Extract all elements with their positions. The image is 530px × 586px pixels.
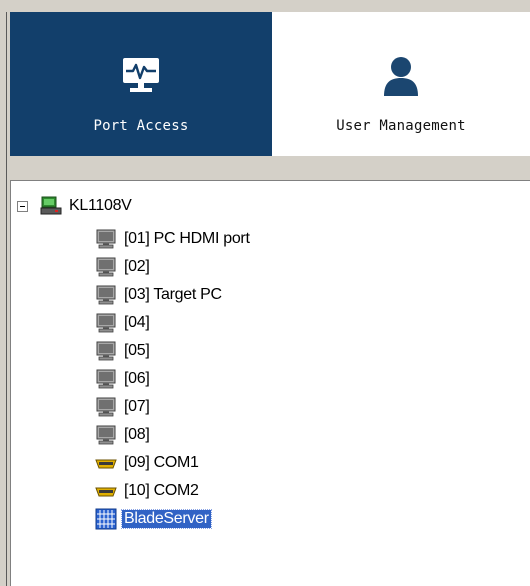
device-tree: KL1108V [01] PC HDMI port [02] [03] Targ… xyxy=(10,180,530,586)
tree-root-node[interactable]: KL1108V xyxy=(17,195,132,217)
tree-root-label: KL1108V xyxy=(69,197,132,214)
tree-item-port-02[interactable]: [02] xyxy=(95,253,250,281)
left-frame-line xyxy=(6,12,7,586)
monitor-pulse-icon xyxy=(121,56,161,100)
tree-item-port-10[interactable]: [10] COM2 xyxy=(95,477,250,505)
tab-port-access[interactable]: Port Access xyxy=(10,12,272,156)
tree-item-label: [01] PC HDMI port xyxy=(124,230,250,247)
tree-item-blade-server[interactable]: BladeServer xyxy=(95,505,250,533)
tab-bar: Port Access User Management xyxy=(10,12,530,156)
tree-item-label: [04] xyxy=(124,314,150,331)
computer-icon xyxy=(96,285,116,305)
tree-item-label: [07] xyxy=(124,398,150,415)
tree-item-port-09[interactable]: [09] COM1 xyxy=(95,449,250,477)
computer-icon xyxy=(96,369,116,389)
tree-item-label: [02] xyxy=(124,258,150,275)
tree-item-port-05[interactable]: [05] xyxy=(95,337,250,365)
computer-icon xyxy=(96,313,116,333)
user-icon xyxy=(381,56,421,100)
window-top-edge xyxy=(0,0,530,12)
tab-user-management-label: User Management xyxy=(336,118,466,134)
serial-port-icon xyxy=(95,459,117,469)
computer-icon xyxy=(96,341,116,361)
computer-icon xyxy=(96,229,116,249)
tree-item-label: [06] xyxy=(124,370,150,387)
tree-item-port-04[interactable]: [04] xyxy=(95,309,250,337)
computer-icon xyxy=(96,425,116,445)
tree-item-label: [09] COM1 xyxy=(124,454,199,471)
tab-port-access-label: Port Access xyxy=(93,118,189,134)
tree-item-port-08[interactable]: [08] xyxy=(95,421,250,449)
tree-item-port-03[interactable]: [03] Target PC xyxy=(95,281,250,309)
left-frame xyxy=(0,0,10,586)
collapse-toggle-icon[interactable] xyxy=(17,200,28,212)
tab-user-management[interactable]: User Management xyxy=(272,12,530,156)
tree-item-port-07[interactable]: [07] xyxy=(95,393,250,421)
tree-item-port-06[interactable]: [06] xyxy=(95,365,250,393)
tree-item-label: [03] Target PC xyxy=(124,286,222,303)
computer-icon xyxy=(96,257,116,277)
tree-item-label: [10] COM2 xyxy=(124,482,199,499)
computer-icon xyxy=(96,397,116,417)
tree-item-label: [05] xyxy=(124,342,150,359)
tree-children: [01] PC HDMI port [02] [03] Target PC [0… xyxy=(95,225,250,533)
panel-gap xyxy=(10,156,530,180)
tree-item-label-selected: BladeServer xyxy=(121,509,212,529)
tree-item-port-01[interactable]: [01] PC HDMI port xyxy=(95,225,250,253)
blade-server-icon xyxy=(95,508,117,530)
tree-item-label: [08] xyxy=(124,426,150,443)
kvm-switch-icon xyxy=(40,196,62,215)
serial-port-icon xyxy=(95,487,117,497)
